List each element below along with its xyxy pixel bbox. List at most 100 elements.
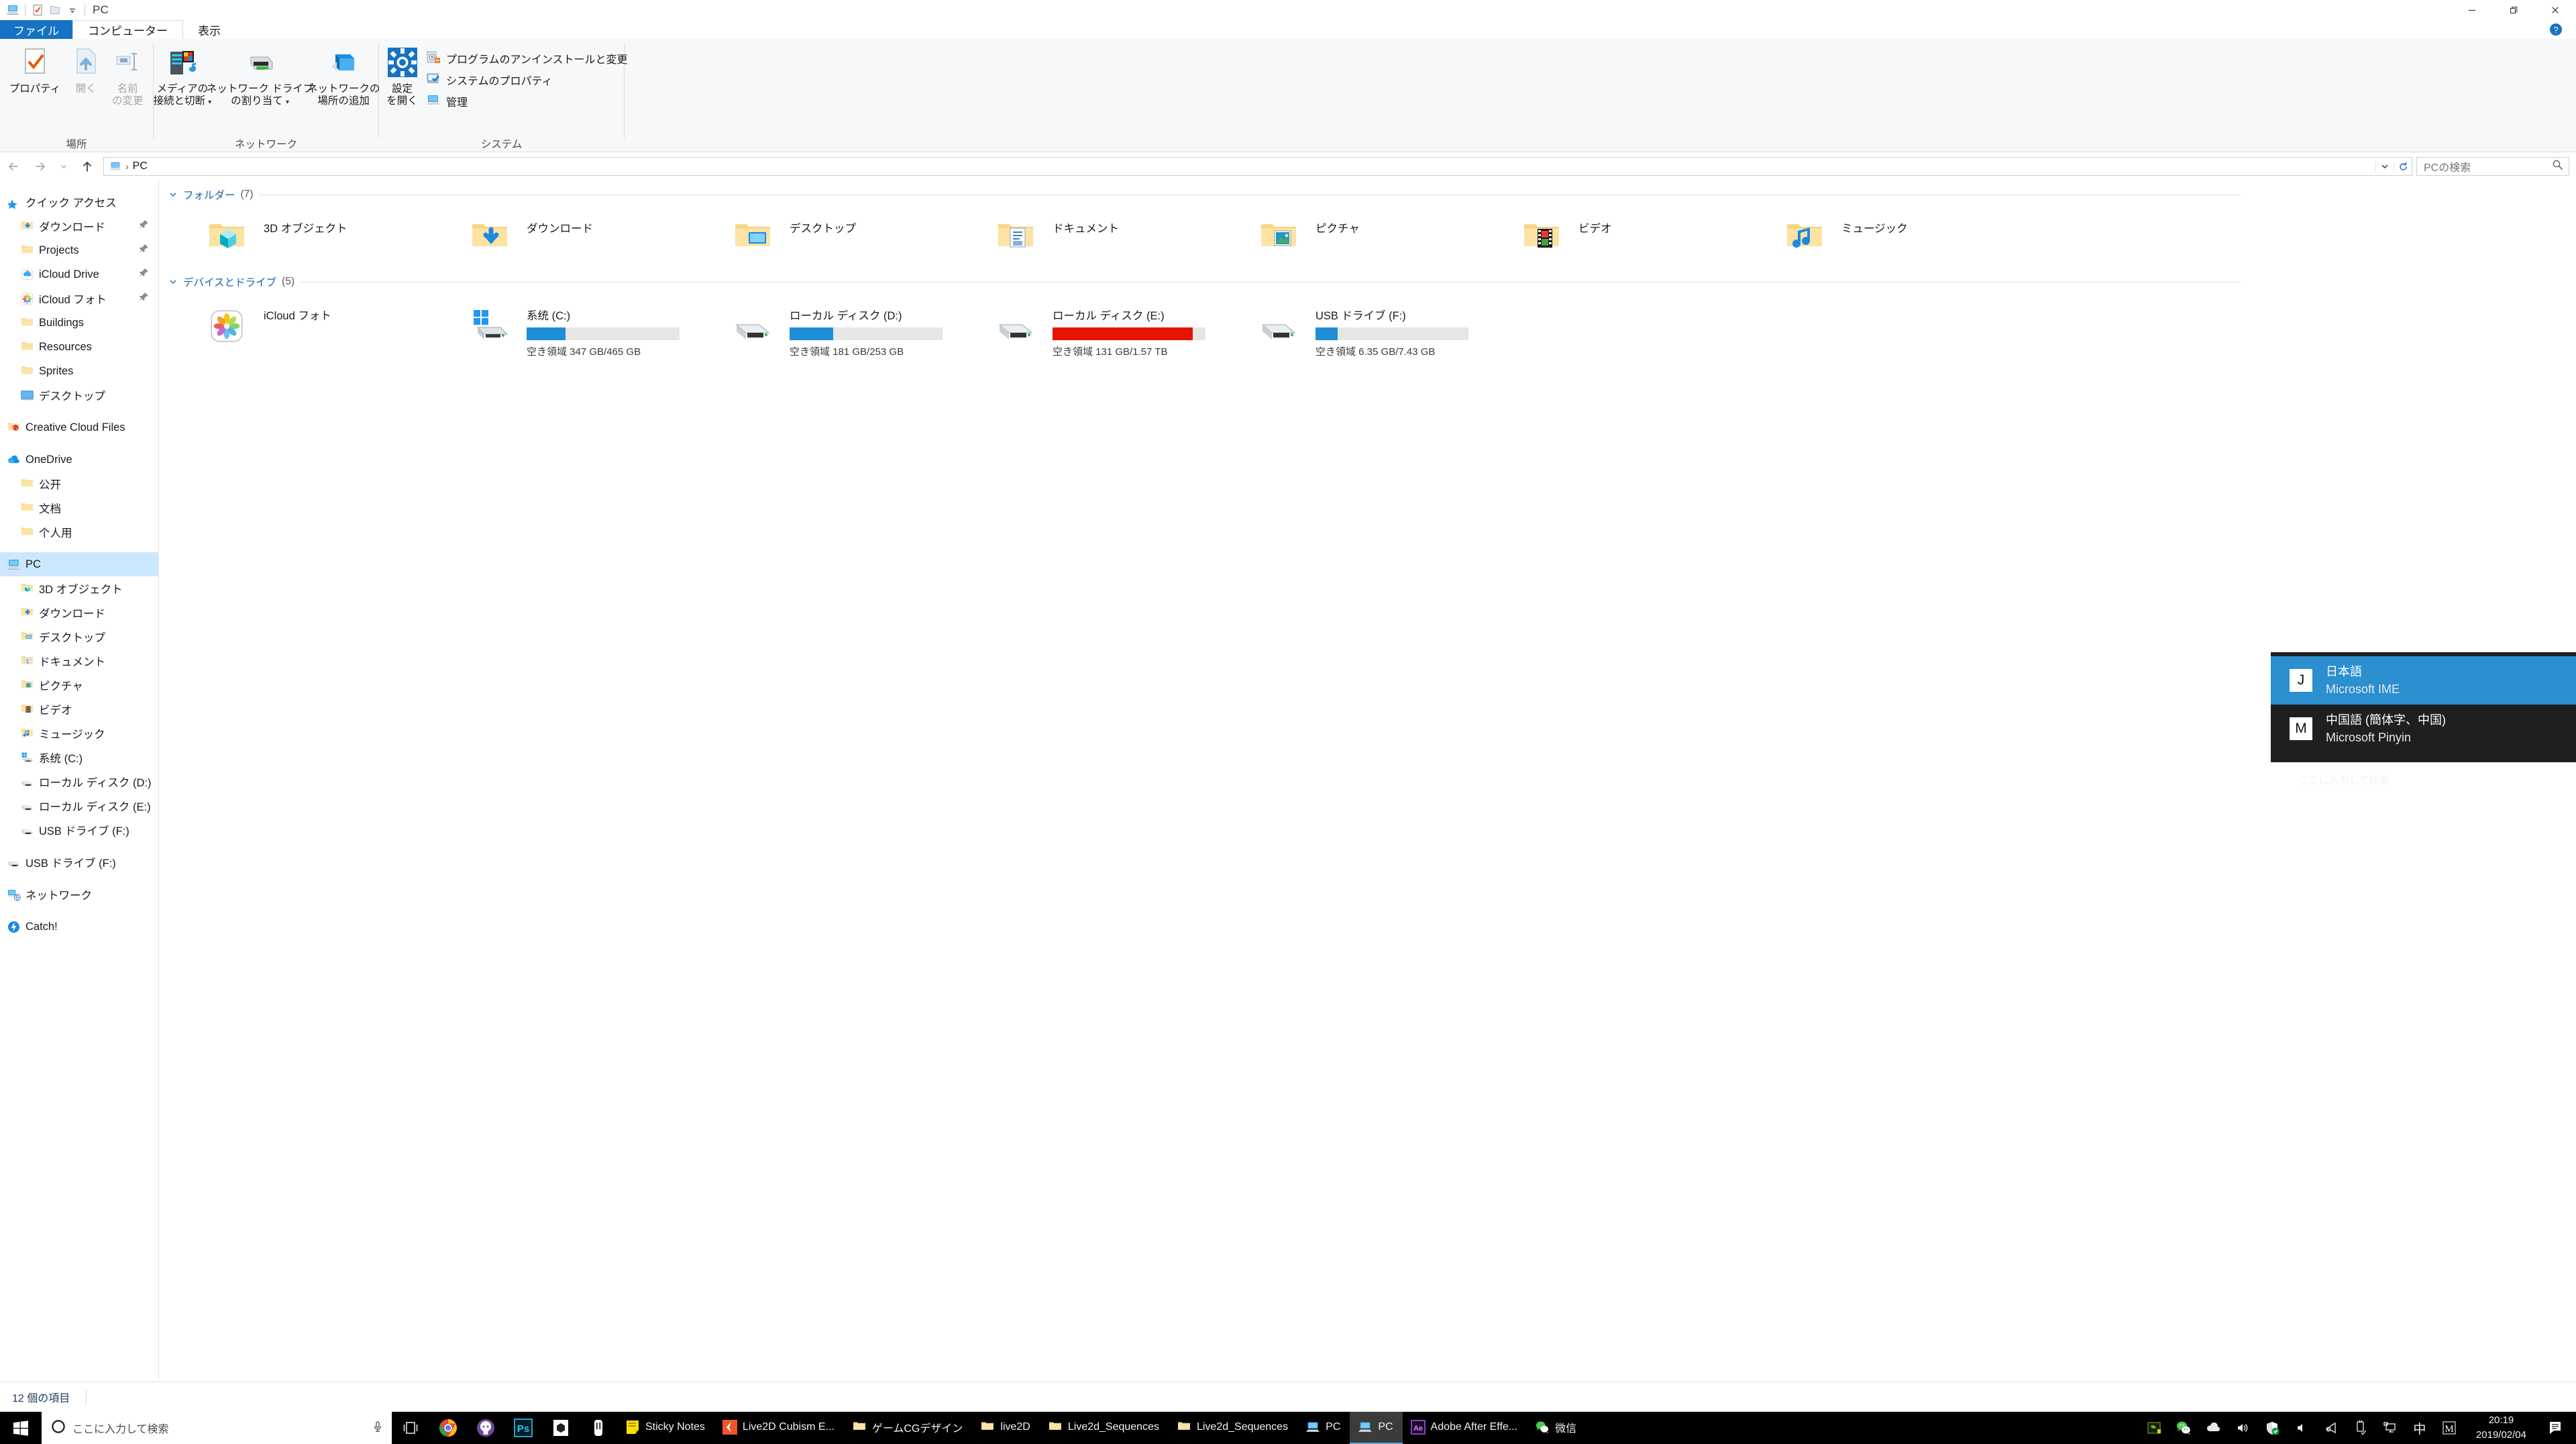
ime-option-chinese[interactable]: M 中国語 (簡体字、中国) Microsoft Pinyin bbox=[2271, 705, 2576, 753]
sidebar-item-[interactable]: 公开 bbox=[0, 472, 158, 496]
cortana-circle-icon[interactable] bbox=[51, 1419, 66, 1437]
tab-computer[interactable]: コンピューター bbox=[72, 20, 183, 39]
photoshop-icon[interactable]: Ps bbox=[504, 1412, 542, 1444]
pin-icon[interactable] bbox=[139, 244, 149, 257]
sidebar-item-[interactable]: ピクチャ bbox=[0, 673, 158, 697]
sidebar-item-resources[interactable]: Resources bbox=[0, 335, 158, 359]
drive-tile[interactable]: USB ドライブ (F:) 空き領域 6.35 GB/7.43 GB bbox=[1251, 299, 1514, 358]
wechat-tray-icon[interactable] bbox=[2169, 1412, 2198, 1444]
group-header-devices-and-drives[interactable]: デバイスとドライブ (5) bbox=[159, 274, 2576, 289]
taskbar-search-box[interactable]: ここに入力して検索 bbox=[42, 1412, 392, 1444]
map-network-drive-button[interactable]: ネットワーク ドライブ の割り当て ▾ bbox=[207, 44, 313, 108]
chevron-down-icon[interactable] bbox=[168, 278, 178, 286]
taskbar-window-button[interactable]: 微信 bbox=[1527, 1412, 1586, 1444]
folder-tile[interactable]: ビデオ bbox=[1514, 211, 1777, 268]
sidebar-item-e[interactable]: ローカル ディスク (E:) bbox=[0, 794, 158, 818]
speaker-icon[interactable] bbox=[2287, 1412, 2316, 1444]
system-properties-button[interactable]: システムのプロパティ bbox=[425, 70, 633, 90]
open-settings-button[interactable]: 設定 を開く bbox=[379, 44, 421, 108]
sidebar-item-[interactable]: ネットワーク bbox=[0, 882, 158, 907]
onedrive-cloud-icon[interactable] bbox=[2198, 1412, 2228, 1444]
sidebar-item-[interactable]: ビデオ bbox=[0, 697, 158, 721]
sidebar-item-creative-cloud-files[interactable]: Cc Creative Cloud Files bbox=[0, 415, 158, 440]
ribbon-tab-strip[interactable]: ファイル コンピューター 表示 ? bbox=[0, 20, 2576, 39]
sidebar-item-[interactable]: ミュージック bbox=[0, 721, 158, 745]
folder-icon[interactable] bbox=[46, 1, 64, 19]
drive-tile[interactable]: ローカル ディスク (E:) 空き領域 131 GB/1.57 TB bbox=[988, 299, 1251, 358]
microphone-icon[interactable] bbox=[372, 1421, 384, 1436]
sidebar-item-onedrive[interactable]: OneDrive bbox=[0, 448, 158, 472]
action-center-icon[interactable] bbox=[2538, 1412, 2573, 1444]
sidebar-item-usb-f[interactable]: USB ドライブ (F:) bbox=[0, 850, 158, 874]
chevron-down-icon[interactable] bbox=[168, 191, 178, 199]
task-view-icon[interactable] bbox=[392, 1412, 429, 1444]
unity-icon[interactable] bbox=[542, 1412, 580, 1444]
uninstall-program-button[interactable]: プログラムのアンインストールと変更 bbox=[425, 48, 633, 68]
sidebar-item-[interactable]: デスクトップ bbox=[0, 383, 158, 407]
properties-button[interactable]: プロパティ bbox=[5, 44, 66, 95]
pin-icon[interactable] bbox=[139, 292, 149, 305]
window-controls[interactable] bbox=[2451, 0, 2576, 20]
taskbar-window-button[interactable]: live2D bbox=[972, 1412, 1039, 1444]
connect-media-button[interactable]: メディアの 接続と切断 ▾ bbox=[153, 44, 211, 108]
sidebar-item-3d[interactable]: 3D オブジェクト bbox=[0, 576, 158, 601]
navigation-pane[interactable]: クイック アクセス ダウンロード Projects iCloud Drive iClou… bbox=[0, 180, 158, 1382]
folder-tile[interactable]: ピクチャ bbox=[1251, 211, 1514, 268]
drive-tile[interactable]: ローカル ディスク (D:) 空き領域 181 GB/253 GB bbox=[725, 299, 988, 358]
sidebar-item-usb-f[interactable]: USB ドライブ (F:) bbox=[0, 818, 158, 842]
folder-tile[interactable]: iCloud フォト bbox=[199, 299, 462, 355]
ime-mode-chinese-icon[interactable]: 中 bbox=[2405, 1412, 2434, 1444]
properties-icon[interactable] bbox=[29, 1, 46, 19]
realtek-audio-icon[interactable] bbox=[2316, 1412, 2346, 1444]
chrome-icon[interactable] bbox=[429, 1412, 467, 1444]
windows-start-icon[interactable] bbox=[0, 1412, 42, 1444]
add-network-location-button[interactable]: ネットワークの 場所の追加 bbox=[307, 44, 380, 108]
sidebar-item-c[interactable]: 系统 (C:) bbox=[0, 745, 158, 770]
ime-pinyin-m-icon[interactable]: M bbox=[2434, 1412, 2464, 1444]
taskbar-clock[interactable]: 20:19 2019/02/04 bbox=[2464, 1412, 2538, 1444]
sidebar-item-[interactable]: デスクトップ bbox=[0, 625, 158, 649]
refresh-icon[interactable] bbox=[2394, 161, 2412, 172]
sidebar-item-[interactable]: クイック アクセス bbox=[0, 190, 158, 214]
chevron-down-icon[interactable] bbox=[64, 1, 81, 19]
search-input[interactable]: PCの検索 bbox=[2416, 157, 2569, 176]
tab-view[interactable]: 表示 bbox=[183, 20, 235, 39]
restore-button[interactable] bbox=[2493, 0, 2534, 20]
safely-remove-usb-icon[interactable] bbox=[2346, 1412, 2375, 1444]
folder-tile[interactable]: デスクトップ bbox=[725, 211, 988, 268]
sidebar-item-pc[interactable]: PC bbox=[0, 552, 158, 576]
manage-computer-button[interactable]: 管理 bbox=[425, 91, 633, 111]
rename-button[interactable]: 名前 の変更 bbox=[107, 44, 148, 108]
quick-access-toolbar[interactable]: PC bbox=[0, 0, 109, 20]
taskbar-window-button[interactable]: Live2D Cubism E... bbox=[714, 1412, 844, 1444]
taskbar-window-button[interactable]: Ae Adobe After Effe... bbox=[1403, 1412, 1527, 1444]
folder-tile[interactable]: ミュージック bbox=[1777, 211, 2040, 268]
folder-tile[interactable]: ドキュメント bbox=[988, 211, 1251, 268]
sidebar-item-catch[interactable]: Catch! bbox=[0, 915, 158, 939]
file-list-pane[interactable]: フォルダー (7) 3D オブジェクト ダウンロード デスクトップ ドキュメント ピクチャ ビ… bbox=[159, 180, 2576, 1382]
group-header-folders[interactable]: フォルダー (7) bbox=[159, 187, 2576, 202]
sidebar-item-icloud[interactable]: iCloud フォト bbox=[0, 287, 158, 311]
system-tray[interactable]: 中 M 20:19 2019/02/04 bbox=[2139, 1412, 2576, 1444]
help-icon[interactable]: ? bbox=[2536, 20, 2576, 39]
back-button[interactable] bbox=[0, 152, 27, 180]
chevron-down-icon[interactable] bbox=[2375, 161, 2394, 172]
forward-button[interactable] bbox=[27, 152, 54, 180]
minimize-button[interactable] bbox=[2451, 0, 2493, 20]
windows-security-icon[interactable] bbox=[2257, 1412, 2287, 1444]
sidebar-item-[interactable]: ダウンロード bbox=[0, 214, 158, 238]
volume-icon[interactable] bbox=[2228, 1412, 2257, 1444]
nvidia-icon[interactable] bbox=[2139, 1412, 2169, 1444]
ime-option-japanese[interactable]: J 日本語 Microsoft IME bbox=[2271, 656, 2576, 705]
search-icon[interactable] bbox=[2552, 159, 2563, 174]
taskbar-window-button[interactable]: ゲームCGデザイン bbox=[844, 1412, 973, 1444]
taskbar-windows[interactable]: Sticky Notes Live2D Cubism E... ゲームCGデザイン l… bbox=[617, 1412, 1586, 1444]
chevron-down-icon[interactable]: ▾ bbox=[286, 99, 289, 106]
sidebar-item-d[interactable]: ローカル ディスク (D:) bbox=[0, 770, 158, 794]
folder-tile[interactable]: 3D オブジェクト bbox=[199, 211, 462, 268]
pin-icon[interactable] bbox=[139, 219, 149, 233]
folder-tile[interactable]: ダウンロード bbox=[462, 211, 725, 268]
taskbar-pinned-icons[interactable]: Ps bbox=[429, 1412, 617, 1444]
github-desktop-icon[interactable] bbox=[467, 1412, 504, 1444]
taskbar-window-button[interactable]: Sticky Notes bbox=[617, 1412, 714, 1444]
